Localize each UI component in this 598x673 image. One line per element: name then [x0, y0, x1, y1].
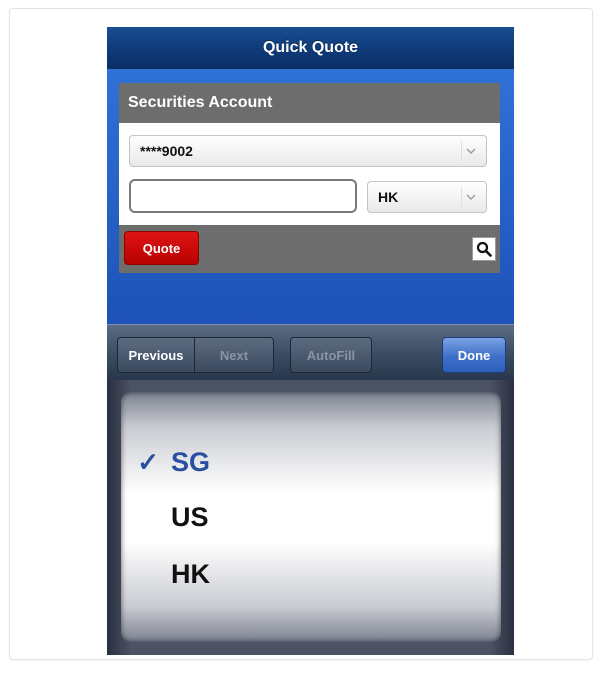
keyboard-toolbar: Previous Next AutoFill Done [107, 324, 514, 381]
chevron-down-icon [461, 187, 480, 207]
market-picker: ✓ SG US HK [107, 380, 514, 655]
next-button[interactable]: Next [195, 338, 273, 372]
done-button[interactable]: Done [442, 337, 506, 373]
section-title: Securities Account [128, 94, 273, 111]
quote-button[interactable]: Quote [124, 231, 199, 265]
picker-option-sg[interactable]: ✓ SG [121, 442, 501, 482]
account-panel-footer: Quote [119, 225, 500, 273]
page-title: Quick Quote [262, 39, 359, 56]
market-value: HK [378, 189, 399, 205]
account-panel-body: ****9002 HK [119, 123, 500, 225]
checkmark-icon: ✓ [137, 446, 159, 477]
previous-button[interactable]: Previous [118, 338, 195, 372]
account-value: ****9002 [140, 143, 193, 159]
done-label: Done [457, 347, 491, 363]
picker-option-us[interactable]: US [121, 497, 501, 537]
autofill-label: AutoFill [306, 347, 356, 363]
quote-form: Securities Account ****9002 HK Quote [107, 69, 514, 324]
autofill-button[interactable]: AutoFill [290, 337, 372, 373]
securities-account-header: Securities Account [119, 83, 500, 123]
quote-button-label: Quote [142, 240, 181, 256]
symbol-input[interactable] [129, 179, 357, 213]
picker-option-label: HK [171, 558, 210, 589]
search-button[interactable] [472, 237, 496, 261]
prev-next-segment: Previous Next [117, 337, 274, 373]
account-select[interactable]: ****9002 [129, 135, 487, 167]
chevron-down-icon [461, 141, 480, 161]
previous-label: Previous [128, 347, 184, 363]
picker-wheel[interactable]: ✓ SG US HK [121, 392, 501, 642]
picker-option-label: SG [171, 446, 211, 477]
picker-option-hk[interactable]: HK [121, 554, 501, 594]
picker-option-label: US [171, 501, 209, 532]
market-select[interactable]: HK [367, 181, 487, 213]
nav-bar: Quick Quote [107, 27, 514, 69]
next-label: Next [219, 347, 249, 363]
search-icon [476, 241, 492, 257]
phone-screen: Quick Quote Securities Account ****9002 … [107, 27, 514, 655]
